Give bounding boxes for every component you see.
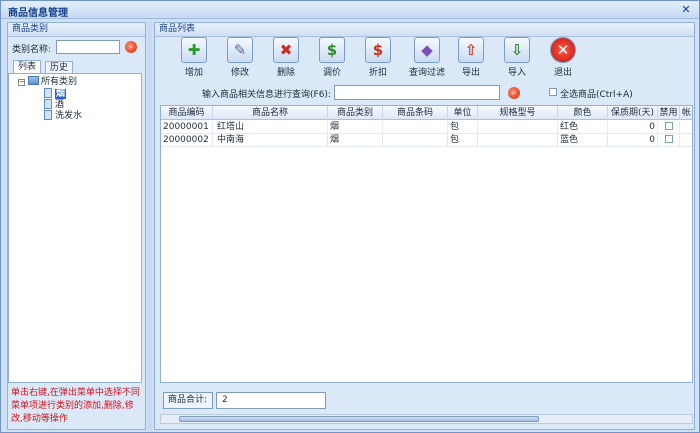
delete-icon: ✖ [273, 37, 299, 63]
document-icon [44, 88, 52, 98]
category-search-icon[interactable]: ⌕ [125, 41, 137, 53]
cell-shelf-life: 0 [608, 134, 658, 147]
query-filter-button[interactable]: ◆ 查询过滤 [405, 36, 449, 78]
filter-icon: ◆ [414, 37, 440, 63]
col-code[interactable]: 商品编码 [161, 106, 213, 120]
tree-item-wine[interactable]: 酒 [44, 99, 64, 110]
tree-item-shampoo[interactable]: 洗发水 [44, 110, 82, 121]
discount-button[interactable]: $ 折扣 [359, 36, 397, 78]
table-header: 商品编码 商品名称 商品类别 商品条码 单位 规格型号 颜色 保质期(天) 禁用… [161, 106, 692, 120]
app-window: 商品信息管理 ✕ 商品类别 类别名称: ⌕ 列表 历史 − 所有类别 烟 酒 洗发… [0, 0, 700, 433]
select-all-label: 全选商品(Ctrl+A) [560, 90, 633, 100]
edit-icon: ✎ [227, 37, 253, 63]
col-name[interactable]: 商品名称 [213, 106, 328, 120]
import-icon: ⇩ [504, 37, 530, 63]
cell-code: 20000001 [161, 121, 213, 134]
cell-color: 红色 [558, 121, 608, 134]
panel-splitter[interactable] [148, 22, 152, 430]
document-icon [44, 99, 52, 109]
exit-icon: ✕ [550, 37, 576, 63]
total-label: 商品合计: [163, 392, 213, 409]
product-search-input[interactable] [334, 85, 500, 100]
delete-button[interactable]: ✖ 删除 [267, 36, 305, 78]
discount-icon: $ [365, 37, 391, 63]
price-adjust-button[interactable]: $ 调价 [313, 36, 351, 78]
tree-root[interactable]: − 所有类别 [18, 76, 77, 87]
price-adjust-icon: $ [319, 37, 345, 63]
category-panel-header: 商品类别 [8, 23, 145, 37]
col-category[interactable]: 商品类别 [328, 106, 383, 120]
window-title: 商品信息管理 [8, 8, 68, 19]
disabled-checkbox[interactable] [664, 122, 673, 130]
tab-list[interactable]: 列表 [13, 60, 42, 73]
close-icon[interactable]: ✕ [679, 3, 693, 16]
col-shelf-life[interactable]: 保质期(天) [608, 106, 658, 120]
exit-button[interactable]: ✕ 退出 [544, 36, 582, 78]
collapse-icon[interactable]: − [18, 79, 25, 86]
cell-barcode [383, 134, 448, 147]
add-icon: ✚ [181, 37, 207, 63]
folder-icon [28, 76, 39, 85]
title-bar: 商品信息管理 ✕ [1, 1, 699, 19]
select-all-checkbox[interactable] [549, 88, 557, 96]
cell-shelf-life: 0 [608, 121, 658, 134]
cell-category: 烟 [328, 121, 383, 134]
export-button[interactable]: ⇧ 导出 [452, 36, 490, 78]
cell-spec [478, 134, 558, 147]
table-row[interactable]: 20000001 红塔山 烟 包 红色 0 [161, 121, 692, 134]
col-barcode[interactable]: 商品条码 [383, 106, 448, 120]
product-table: 商品编码 商品名称 商品类别 商品条码 单位 规格型号 颜色 保质期(天) 禁用… [160, 105, 693, 383]
edit-button[interactable]: ✎ 修改 [221, 36, 259, 78]
cell-name: 红塔山 [213, 121, 328, 134]
tree-item-cigarette[interactable]: 烟 [44, 88, 67, 99]
product-search-icon[interactable]: ⌕ [508, 87, 520, 99]
col-disabled[interactable]: 禁用 [658, 106, 680, 120]
import-button[interactable]: ⇩ 导入 [498, 36, 536, 78]
category-hint-text: 单击右键,在弹出菜单中选择不同菜单项进行类别的添加,删除,修改,移动等操作 [11, 388, 140, 424]
col-color[interactable]: 颜色 [558, 106, 608, 120]
cell-disabled [658, 121, 680, 134]
total-value: 2 [216, 392, 326, 409]
export-icon: ⇧ [458, 37, 484, 63]
cell-spec [478, 121, 558, 134]
category-name-input[interactable] [56, 40, 120, 54]
cell-unit: 包 [448, 121, 478, 134]
table-row[interactable]: 20000002 中南海 烟 包 蓝色 0 [161, 134, 692, 147]
table-footer: 商品合计: 2 [160, 390, 693, 412]
cell-name: 中南海 [213, 134, 328, 147]
disabled-checkbox[interactable] [664, 135, 673, 143]
cell-code: 20000002 [161, 134, 213, 147]
product-panel-header: 商品列表 [155, 23, 694, 37]
col-account[interactable]: 帐 [680, 106, 692, 120]
document-icon [44, 110, 52, 120]
cell-color: 蓝色 [558, 134, 608, 147]
cell-barcode [383, 121, 448, 134]
col-unit[interactable]: 单位 [448, 106, 478, 120]
category-name-label: 类别名称: [12, 45, 52, 55]
add-button[interactable]: ✚ 增加 [175, 36, 213, 78]
cell-disabled [658, 134, 680, 147]
horizontal-scrollbar[interactable] [160, 414, 693, 424]
col-spec[interactable]: 规格型号 [478, 106, 558, 120]
search-label: 输入商品相关信息进行查询(F6): [202, 90, 331, 100]
toolbar: ✚ 增加 ✎ 修改 ✖ 删除 $ 调价 $ 折扣 ◆ 查询过滤 ⇧ 导出 ⇩ 导入 ✕ 退出 [160, 36, 695, 78]
scrollbar-thumb[interactable] [179, 416, 539, 422]
cell-category: 烟 [328, 134, 383, 147]
cell-unit: 包 [448, 134, 478, 147]
